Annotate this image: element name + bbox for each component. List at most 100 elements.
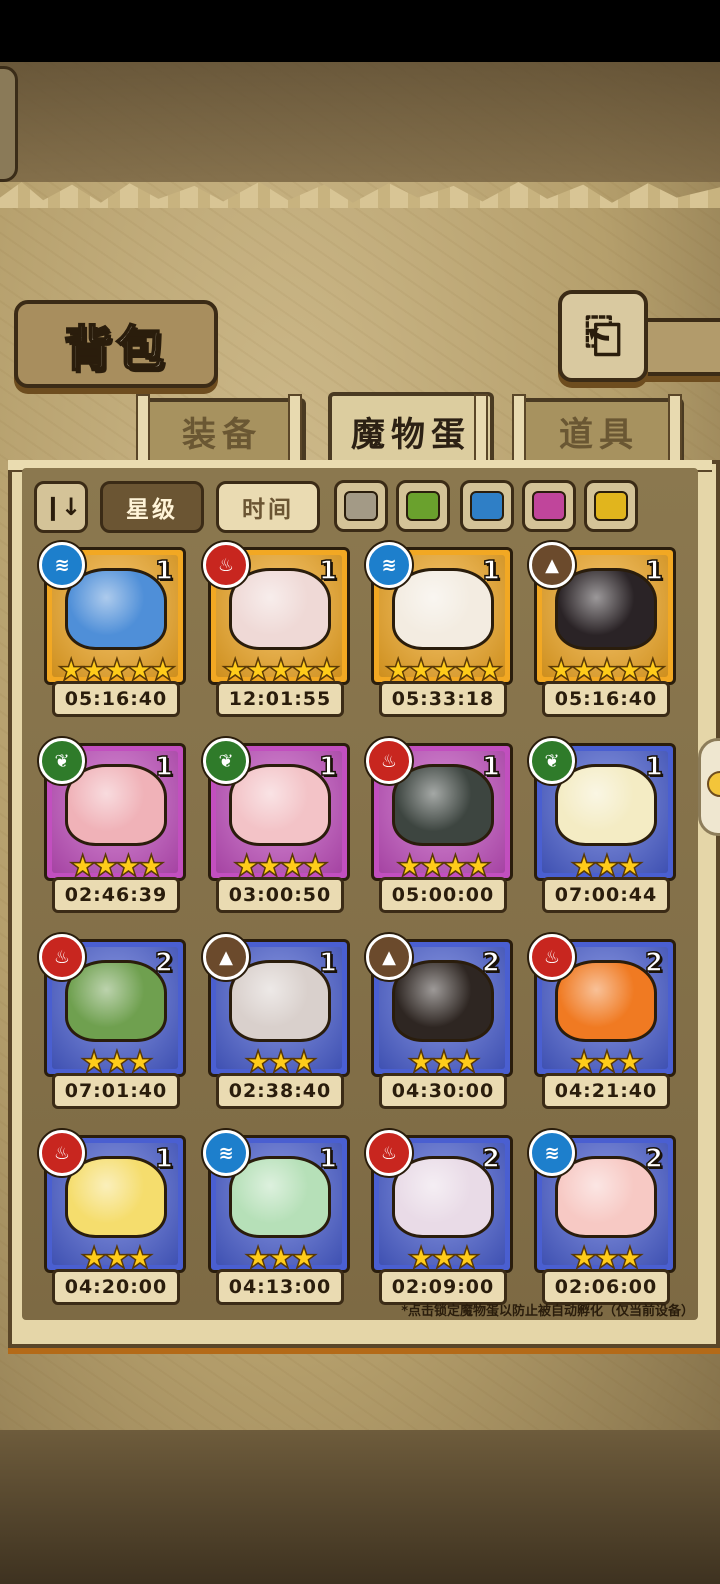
side-pull-tab[interactable] (698, 738, 720, 836)
egg-count: 1 (318, 947, 338, 979)
monster-egg-icon (392, 764, 494, 846)
hatch-timer: 02:38:40 (216, 1073, 344, 1109)
tab-items[interactable]: 道具 (514, 398, 684, 460)
monster-egg-icon (65, 1156, 167, 1238)
egg-card[interactable]: ≋ 1 ★★★ (203, 1130, 350, 1274)
hatch-timer-text: 04:20:00 (64, 1276, 168, 1298)
hatch-timer-text: 05:33:18 (391, 688, 495, 710)
egg-card[interactable]: ♨ 2 ★★★ (529, 934, 676, 1078)
hatch-timer-text: 04:21:40 (554, 1080, 658, 1102)
egg-count: 1 (481, 555, 501, 587)
earth-element-icon: ▲ (529, 542, 575, 588)
egg-card[interactable]: ❦ 1 ★★★★ (203, 738, 350, 882)
tab-equipment[interactable]: 装备 (138, 398, 306, 460)
plant-element-icon: ❦ (39, 738, 85, 784)
fire-element-icon: ♨ (39, 934, 85, 980)
filter-chip-yellow[interactable] (584, 480, 638, 532)
monster-egg-icon (65, 568, 167, 650)
hatch-timer: 05:16:40 (542, 681, 670, 717)
tab-monster-eggs-label: 魔物蛋 (351, 414, 471, 455)
hatch-timer-text: 05:00:00 (391, 884, 495, 906)
hatch-timer: 04:21:40 (542, 1073, 670, 1109)
hatch-timer: 04:30:00 (379, 1073, 507, 1109)
gray-swatch-icon (344, 491, 378, 521)
filter-chip-green[interactable] (396, 480, 450, 532)
blue-swatch-icon (470, 491, 504, 521)
monster-egg-icon (555, 960, 657, 1042)
hatch-timer: 07:01:40 (52, 1073, 180, 1109)
hatch-timer-text: 07:01:40 (64, 1080, 168, 1102)
egg-card[interactable]: ♨ 1 ★★★★ (366, 738, 513, 882)
page-title: 背包 (63, 320, 168, 378)
egg-card[interactable]: ≋ 1 ★★★★★ (366, 542, 513, 686)
egg-count: 1 (318, 1143, 338, 1175)
plant-element-icon: ❦ (203, 738, 249, 784)
filter-chip-gray[interactable] (334, 480, 388, 532)
egg-count: 1 (154, 555, 174, 587)
green-swatch-icon (406, 491, 440, 521)
sort-by-star-button[interactable]: 星级 (100, 481, 204, 533)
monster-egg-icon (555, 1156, 657, 1238)
footer-note: *点击锁定魔物蛋以防止被自动孵化（仅当前设备） (401, 1304, 694, 1319)
water-element-icon: ≋ (203, 1130, 249, 1176)
monster-egg-icon (229, 960, 331, 1042)
egg-card[interactable]: ♨ 1 ★★★ (39, 1130, 186, 1274)
egg-count: 2 (644, 947, 664, 979)
fire-element-icon: ♨ (366, 1130, 412, 1176)
egg-card[interactable]: ≋ 1 ★★★★★ (39, 542, 186, 686)
egg-card[interactable]: ▲ 1 ★★★ (203, 934, 350, 1078)
tab-equipment-label: 装备 (182, 414, 262, 455)
egg-card[interactable]: ♨ 1 ★★★★★ (203, 542, 350, 686)
monster-egg-icon (555, 764, 657, 846)
fire-element-icon: ♨ (529, 934, 575, 980)
egg-card[interactable]: ▲ 1 ★★★★★ (529, 542, 676, 686)
egg-count: 1 (154, 751, 174, 783)
egg-card[interactable]: ❦ 1 ★★★★ (39, 738, 186, 882)
left-edge-tab[interactable] (0, 66, 18, 182)
filter-chip-purple[interactable] (522, 480, 576, 532)
egg-count: 2 (481, 947, 501, 979)
filter-chip-blue[interactable] (460, 480, 514, 532)
tab-monster-eggs[interactable]: 魔物蛋 (328, 392, 494, 466)
hatch-timer-text: 05:16:40 (64, 688, 168, 710)
water-element-icon: ≋ (366, 542, 412, 588)
hatch-timer: 05:00:00 (379, 877, 507, 913)
fire-element-icon: ♨ (39, 1130, 85, 1176)
egg-card[interactable]: ❦ 1 ★★★ (529, 738, 676, 882)
monster-egg-icon (392, 568, 494, 650)
sort-direction-button[interactable]: ❙↓ (34, 481, 88, 533)
egg-count: 1 (644, 751, 664, 783)
hatch-timer: 07:00:44 (542, 877, 670, 913)
egg-count: 2 (644, 1143, 664, 1175)
plant-element-icon: ❦ (529, 738, 575, 784)
tab-post (288, 394, 302, 462)
hatch-timer-text: 12:01:55 (228, 688, 332, 710)
egg-card[interactable]: ≋ 2 ★★★ (529, 1130, 676, 1274)
hatch-timer-text: 03:00:50 (228, 884, 332, 906)
status-bar-area (0, 0, 720, 62)
fire-element-icon: ♨ (203, 542, 249, 588)
hatch-timer-text: 05:16:40 (554, 688, 658, 710)
egg-card[interactable]: ♨ 2 ★★★ (39, 934, 186, 1078)
sort-by-star-label: 星级 (126, 497, 178, 523)
pause-sort-icon: ❙↓ (42, 493, 81, 521)
tab-post (136, 394, 150, 462)
egg-card[interactable]: ▲ 2 ★★★ (366, 934, 513, 1078)
hatch-timer: 05:33:18 (379, 681, 507, 717)
top-dark-band (0, 62, 720, 182)
egg-card[interactable]: ♨ 2 ★★★ (366, 1130, 513, 1274)
egg-count: 1 (318, 555, 338, 587)
hatch-timer-text: 04:13:00 (228, 1276, 332, 1298)
hatch-timer: 02:46:39 (52, 877, 180, 913)
monster-egg-icon (229, 1156, 331, 1238)
monster-egg-icon (229, 568, 331, 650)
water-element-icon: ≋ (39, 542, 85, 588)
sort-by-time-label: 时间 (242, 497, 294, 523)
page-title-plate: 背包 (14, 300, 218, 388)
egg-count: 2 (481, 1143, 501, 1175)
hatch-timer-text: 02:46:39 (64, 884, 168, 906)
sort-by-time-button[interactable]: 时间 (216, 481, 320, 533)
earth-element-icon: ▲ (203, 934, 249, 980)
hatch-timer: 05:16:40 (52, 681, 180, 717)
back-button[interactable]: ⎗ (558, 290, 648, 382)
